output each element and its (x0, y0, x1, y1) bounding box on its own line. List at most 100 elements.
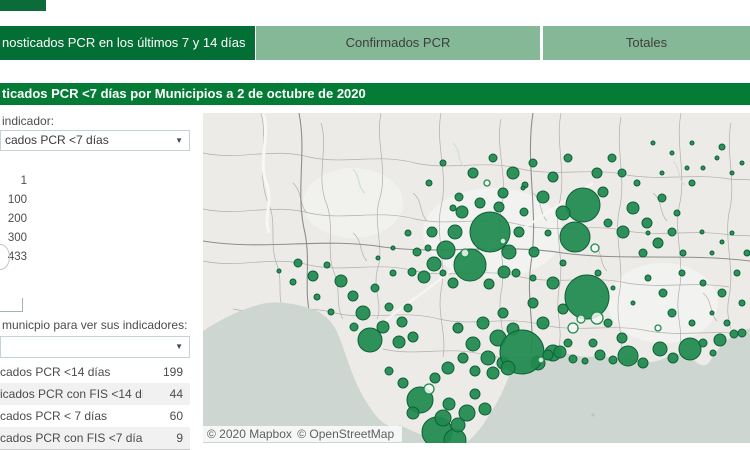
map-bubble[interactable] (500, 360, 516, 376)
map-bubble[interactable] (688, 319, 696, 327)
map-bubble[interactable] (652, 341, 668, 357)
map-bubble[interactable] (513, 226, 525, 238)
map-bubble[interactable] (544, 229, 552, 237)
map-bubble[interactable] (555, 205, 571, 221)
map-bubble[interactable] (737, 328, 747, 338)
map-bubble[interactable] (460, 248, 470, 258)
map-bubble[interactable] (597, 186, 609, 198)
map-bubble[interactable] (610, 285, 616, 291)
map-bubble[interactable] (743, 249, 750, 257)
map-bubble[interactable] (630, 300, 636, 306)
map-bubble[interactable] (506, 166, 520, 180)
map-bubble[interactable] (718, 143, 726, 151)
map-bubble[interactable] (603, 218, 613, 228)
map-bubble[interactable] (633, 179, 641, 187)
map-bubble[interactable] (616, 332, 628, 344)
map-bubble[interactable] (673, 209, 681, 217)
mapbox-attribution-link[interactable]: © 2020 Mapbox (207, 427, 292, 441)
map-bubble[interactable] (591, 167, 603, 179)
map-bubble[interactable] (564, 274, 610, 320)
map-bubble[interactable] (469, 388, 481, 400)
map-bubble[interactable] (537, 356, 545, 364)
map-bubble[interactable] (447, 277, 459, 289)
map-bubble[interactable] (608, 355, 618, 365)
map-bubble[interactable] (528, 158, 538, 168)
map-bubble[interactable] (700, 165, 706, 171)
map-bubble[interactable] (501, 244, 517, 260)
map-bubble[interactable] (397, 377, 409, 389)
map-bubble[interactable] (347, 290, 359, 302)
map-bubble[interactable] (536, 316, 550, 330)
map-bubble[interactable] (645, 230, 651, 236)
map-bubble[interactable] (467, 167, 479, 179)
map-bubble[interactable] (717, 288, 727, 298)
table-row[interactable]: icados PCR con FIS <14 días 44 (0, 383, 190, 405)
map-bubble[interactable] (480, 350, 496, 366)
map-bubble[interactable] (709, 310, 715, 316)
map-bubble[interactable] (689, 140, 695, 146)
map-bubble[interactable] (452, 322, 464, 334)
map-bubble[interactable] (657, 193, 667, 203)
map-bubble[interactable] (327, 308, 335, 316)
map-bubble[interactable] (568, 354, 578, 364)
map-bubble[interactable] (439, 269, 447, 277)
map-bubble[interactable] (528, 246, 540, 258)
map-bubble[interactable] (529, 274, 537, 282)
map-bubble[interactable] (729, 329, 739, 339)
map-bubble[interactable] (407, 267, 417, 277)
map-bubble[interactable] (375, 255, 381, 261)
map-bubble[interactable] (669, 150, 675, 156)
map-bubble[interactable] (709, 250, 715, 256)
tab-totales[interactable]: Totales (543, 26, 750, 60)
map-bubble[interactable] (390, 245, 396, 251)
map-bubble[interactable] (590, 243, 600, 253)
map-bubble[interactable] (729, 170, 735, 176)
map-bubble[interactable] (678, 269, 686, 277)
map-bubble[interactable] (474, 197, 486, 209)
map-bubble[interactable] (313, 293, 321, 301)
map-bubble[interactable] (626, 201, 640, 215)
map-bubble[interactable] (436, 240, 456, 260)
map-bubble[interactable] (407, 331, 419, 343)
map-bubble[interactable] (719, 239, 725, 245)
map-bubble[interactable] (536, 190, 550, 204)
map-bubble[interactable] (376, 320, 390, 334)
map-bubble[interactable] (739, 160, 745, 166)
map-bubble[interactable] (355, 305, 371, 321)
map-bubble[interactable] (688, 179, 696, 187)
map-bubble[interactable] (424, 244, 432, 252)
map-bubble[interactable] (497, 307, 509, 319)
map-bubble[interactable] (412, 247, 422, 257)
map-bubble[interactable] (527, 297, 539, 309)
map-bubble[interactable] (616, 225, 630, 239)
map-bubble[interactable] (396, 316, 408, 328)
map-bubble[interactable] (667, 308, 677, 318)
map-bubble[interactable] (559, 259, 567, 267)
map-bubble[interactable] (714, 155, 720, 161)
map-bubble[interactable] (429, 372, 441, 384)
map-bubble[interactable] (563, 153, 573, 163)
map-bubble[interactable] (406, 406, 420, 420)
map-bubble[interactable] (733, 269, 741, 277)
map-bubble[interactable] (641, 217, 653, 229)
map-bubble[interactable] (576, 314, 586, 324)
map-bubble[interactable] (699, 229, 705, 235)
map-bubble[interactable] (478, 402, 492, 416)
map-bubble[interactable] (519, 207, 529, 217)
map-bubble[interactable] (469, 365, 481, 377)
map-bubble[interactable] (404, 229, 412, 237)
map-bubble[interactable] (465, 336, 481, 352)
map-bubble[interactable] (392, 335, 406, 349)
map-bubble[interactable] (557, 303, 569, 315)
map-bubble[interactable] (559, 221, 591, 253)
map-bubble[interactable] (293, 258, 303, 268)
map-bubble[interactable] (483, 278, 495, 290)
map-bubble[interactable] (738, 299, 746, 307)
map-bubble[interactable] (650, 140, 656, 146)
map-bubble[interactable] (384, 366, 394, 376)
table-row[interactable]: cados PCR con FIS <7 días 9 (0, 427, 190, 449)
map-bubble[interactable] (453, 248, 487, 282)
map-bubble[interactable] (607, 153, 617, 163)
map-bubble[interactable] (457, 352, 469, 364)
map-bubble[interactable] (417, 270, 431, 284)
